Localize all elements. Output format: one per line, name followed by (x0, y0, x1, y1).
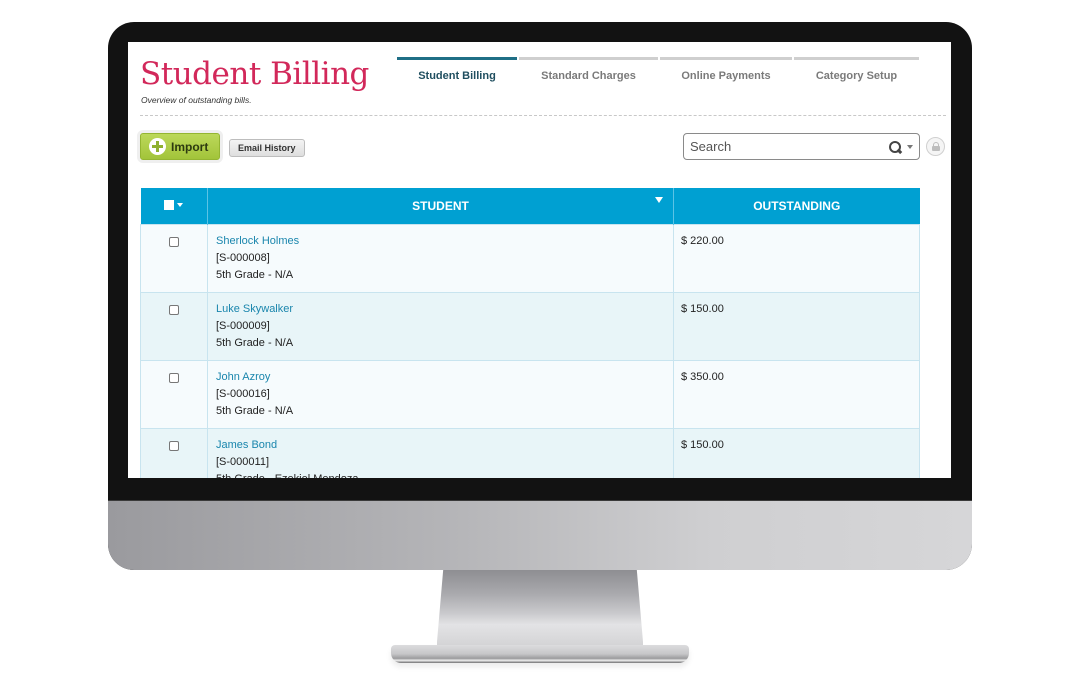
header-divider (140, 115, 946, 116)
student-id: [S-000009] (216, 319, 270, 332)
select-all-checkbox[interactable] (164, 199, 175, 210)
screen: Student Billing Overview of outstanding … (128, 42, 951, 478)
outstanding-amount: $ 350.00 (673, 359, 920, 429)
table-row: Luke Skywalker [S-000009] 5th Grade - N/… (140, 291, 920, 361)
search-icon[interactable] (888, 140, 902, 154)
student-cell: James Bond [S-000011] 5th Grade - Ezekie… (207, 427, 674, 479)
tab-bar: Student Billing Standard Charges Online … (397, 57, 919, 87)
page-title: Student Billing (140, 56, 369, 92)
import-button-label: Import (171, 139, 209, 154)
search-options-caret-icon[interactable] (907, 144, 913, 149)
student-name-link[interactable]: Luke Skywalker (216, 301, 665, 318)
student-grade: 5th Grade - N/A (216, 336, 294, 349)
search-box (683, 133, 920, 160)
tab-standard-charges[interactable]: Standard Charges (519, 57, 658, 87)
student-cell: Luke Skywalker [S-000009] 5th Grade - N/… (207, 291, 674, 361)
column-header-outstanding[interactable]: OUTSTANDING (673, 188, 920, 224)
row-checkbox[interactable] (169, 440, 179, 451)
search-input[interactable] (690, 139, 888, 154)
student-name-link[interactable]: James Bond (216, 437, 665, 454)
column-header-student[interactable]: STUDENT (207, 188, 674, 224)
email-history-button[interactable]: Email History (229, 139, 305, 157)
column-header-student-label: STUDENT (412, 198, 469, 213)
student-id: [S-000016] (216, 387, 270, 400)
student-id: [S-000008] (216, 251, 270, 264)
bills-table: STUDENT OUTSTANDING Sherlock Holmes [S-0… (140, 188, 920, 478)
tab-category-setup[interactable]: Category Setup (794, 57, 919, 87)
lock-icon (931, 142, 940, 151)
monitor-stand (437, 570, 643, 648)
monitor-stand-base (391, 645, 689, 663)
student-cell: Sherlock Holmes [S-000008] 5th Grade - N… (207, 223, 674, 293)
student-grade: 5th Grade - N/A (216, 404, 294, 417)
select-all-header[interactable] (140, 188, 208, 224)
row-checkbox[interactable] (169, 372, 179, 383)
monitor-chin (108, 500, 972, 570)
row-checkbox[interactable] (169, 304, 179, 315)
toolbar: Import Email History (140, 133, 946, 161)
student-name-link[interactable]: Sherlock Holmes (216, 233, 665, 250)
outstanding-amount: $ 150.00 (673, 427, 920, 478)
select-options-caret-icon[interactable] (177, 202, 184, 207)
outstanding-amount: $ 150.00 (673, 291, 920, 361)
tab-student-billing[interactable]: Student Billing (397, 57, 517, 87)
table-header-row: STUDENT OUTSTANDING (140, 188, 920, 224)
plus-circle-icon (149, 138, 166, 155)
row-checkbox[interactable] (169, 236, 179, 247)
tab-online-payments[interactable]: Online Payments (660, 57, 792, 87)
table-row: Sherlock Holmes [S-000008] 5th Grade - N… (140, 223, 920, 293)
student-cell: John Azroy [S-000016] 5th Grade - N/A (207, 359, 674, 429)
import-button[interactable]: Import (140, 133, 220, 160)
page-subtitle: Overview of outstanding bills. (141, 95, 252, 105)
table-row: James Bond [S-000011] 5th Grade - Ezekie… (140, 427, 920, 479)
student-grade: 5th Grade - N/A (216, 268, 294, 281)
outstanding-amount: $ 220.00 (673, 223, 920, 293)
student-id: [S-000011] (216, 455, 270, 468)
lock-button[interactable] (926, 137, 945, 156)
student-grade: 5th Grade - Ezekiel Mendoza (216, 471, 665, 479)
sort-caret-icon[interactable] (655, 197, 663, 203)
student-name-link[interactable]: John Azroy (216, 369, 665, 386)
table-row: John Azroy [S-000016] 5th Grade - N/A $ … (140, 359, 920, 429)
